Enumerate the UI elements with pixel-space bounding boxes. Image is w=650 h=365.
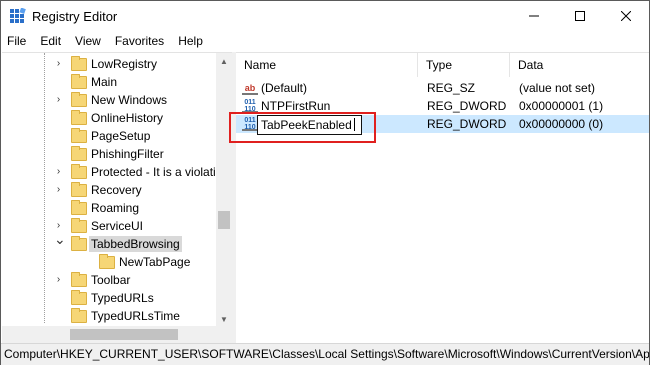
- tree-item[interactable]: › LowRegistry: [2, 55, 216, 73]
- dword-value-icon: 011 110: [242, 99, 258, 113]
- title-bar[interactable]: Registry Editor: [1, 1, 649, 31]
- key-tree-pane[interactable]: › LowRegistry Main › New Windows OnlineHistor…: [2, 52, 232, 342]
- maximize-button[interactable]: [557, 1, 603, 31]
- chevron-right-icon[interactable]: ›: [54, 95, 63, 105]
- tree-item-label: New Windows: [91, 93, 168, 107]
- tree-item[interactable]: › Protected - It is a violati: [2, 163, 216, 181]
- tree-vertical-scrollbar[interactable]: ▲ ▼: [216, 53, 232, 342]
- scroll-up-icon[interactable]: ▲: [216, 53, 232, 69]
- close-button[interactable]: [603, 1, 649, 31]
- folder-icon: [71, 200, 87, 215]
- column-header-type[interactable]: Type: [418, 53, 510, 77]
- status-path: Computer\HKEY_CURRENT_USER\SOFTWARE\Clas…: [4, 347, 649, 361]
- tree-item-label: Recovery: [91, 183, 142, 197]
- tree-item-label: TabbedBrowsing: [89, 236, 182, 252]
- folder-icon: [71, 182, 87, 197]
- chevron-right-icon[interactable]: ›: [54, 275, 63, 285]
- window-title: Registry Editor: [32, 9, 118, 24]
- column-header-name[interactable]: Name: [236, 53, 418, 77]
- tree-item[interactable]: OnlineHistory: [2, 109, 216, 127]
- tree-item-label: TypedURLsTime: [91, 309, 180, 323]
- value-type: REG_DWORD: [427, 99, 507, 113]
- values-list-pane[interactable]: Name Type Data ab (Default) REG_SZ (value n…: [236, 52, 649, 343]
- chevron-down-icon[interactable]: ⌄: [54, 232, 66, 246]
- folder-icon: [71, 290, 87, 305]
- chevron-right-icon[interactable]: ›: [54, 167, 63, 177]
- menu-bar: File Edit View Favorites Help: [1, 32, 649, 51]
- value-row[interactable]: ab (Default) REG_SZ (value not set): [236, 79, 649, 97]
- value-data: 0x00000001 (1): [519, 99, 604, 113]
- menu-help[interactable]: Help: [171, 32, 210, 51]
- column-header-data[interactable]: Data: [510, 53, 649, 77]
- tree-item-label: NewTabPage: [119, 255, 191, 269]
- tree-item[interactable]: › Toolbar: [2, 271, 216, 289]
- folder-icon: [71, 74, 87, 89]
- tree-item[interactable]: Roaming: [2, 199, 216, 217]
- value-data: 0x00000000 (0): [519, 117, 604, 131]
- tree-item[interactable]: › New Windows: [2, 91, 216, 109]
- menu-favorites[interactable]: Favorites: [108, 32, 171, 51]
- chevron-right-icon[interactable]: ›: [54, 59, 63, 69]
- minimize-icon: [529, 15, 539, 17]
- scroll-corner: [216, 326, 232, 343]
- status-bar: Computer\HKEY_CURRENT_USER\SOFTWARE\Clas…: [1, 343, 649, 365]
- value-data: (value not set): [519, 81, 596, 95]
- folder-icon: [71, 92, 87, 107]
- tree-item[interactable]: TypedURLs: [2, 289, 216, 307]
- folder-icon: [71, 146, 87, 161]
- tree-item[interactable]: TypedURLsTime: [2, 307, 216, 325]
- string-value-icon: ab: [242, 81, 258, 95]
- folder-icon: [71, 218, 87, 233]
- value-type: REG_DWORD: [427, 117, 507, 131]
- close-icon: [621, 11, 631, 21]
- minimize-button[interactable]: [511, 1, 557, 31]
- tree-hscroll-thumb[interactable]: [70, 329, 178, 340]
- scroll-down-icon[interactable]: ▼: [216, 311, 232, 327]
- registry-editor-app-icon: [10, 8, 26, 23]
- tree-item-label: OnlineHistory: [91, 111, 164, 125]
- value-name: (Default): [261, 81, 308, 95]
- tree-item[interactable]: Main: [2, 73, 216, 91]
- annotation-highlight-box: [229, 112, 376, 143]
- folder-icon: [71, 110, 87, 125]
- tree-item-label: Toolbar: [91, 273, 131, 287]
- menu-edit[interactable]: Edit: [33, 32, 68, 51]
- tree-item[interactable]: › Recovery: [2, 181, 216, 199]
- maximize-icon: [575, 11, 585, 21]
- folder-icon: [71, 128, 87, 143]
- folder-icon: [71, 236, 87, 251]
- tree-item[interactable]: PhishingFilter: [2, 145, 216, 163]
- tree-item-label: PageSetup: [91, 129, 151, 143]
- tree-item-label: Roaming: [91, 201, 140, 215]
- tree-item-label: ServiceUI: [91, 219, 144, 233]
- folder-icon: [99, 254, 115, 269]
- tree-item-label: Main: [91, 75, 118, 89]
- folder-icon: [71, 308, 87, 323]
- tree-item-label: LowRegistry: [91, 57, 158, 71]
- registry-editor-window: Registry Editor File Edit View Favorites…: [0, 0, 650, 365]
- tree-item[interactable]: › ServiceUI: [2, 217, 216, 235]
- menu-view[interactable]: View: [68, 32, 108, 51]
- tree-item[interactable]: PageSetup: [2, 127, 216, 145]
- menu-file[interactable]: File: [1, 32, 33, 51]
- tree-item-label: TypedURLs: [91, 291, 154, 305]
- tree-scroll-thumb[interactable]: [218, 211, 230, 229]
- tree-item-label: Protected - It is a violati: [91, 165, 216, 179]
- value-type: REG_SZ: [427, 81, 476, 95]
- folder-icon: [71, 164, 87, 179]
- tree-item-label: PhishingFilter: [91, 147, 164, 161]
- folder-icon: [71, 56, 87, 71]
- folder-icon: [71, 272, 87, 287]
- tree-item[interactable]: ⌄ TabbedBrowsing: [2, 232, 216, 253]
- chevron-right-icon[interactable]: ›: [54, 221, 63, 231]
- chevron-right-icon[interactable]: ›: [54, 185, 63, 195]
- tree-item[interactable]: NewTabPage: [2, 253, 216, 271]
- tree-horizontal-scrollbar[interactable]: [2, 326, 216, 343]
